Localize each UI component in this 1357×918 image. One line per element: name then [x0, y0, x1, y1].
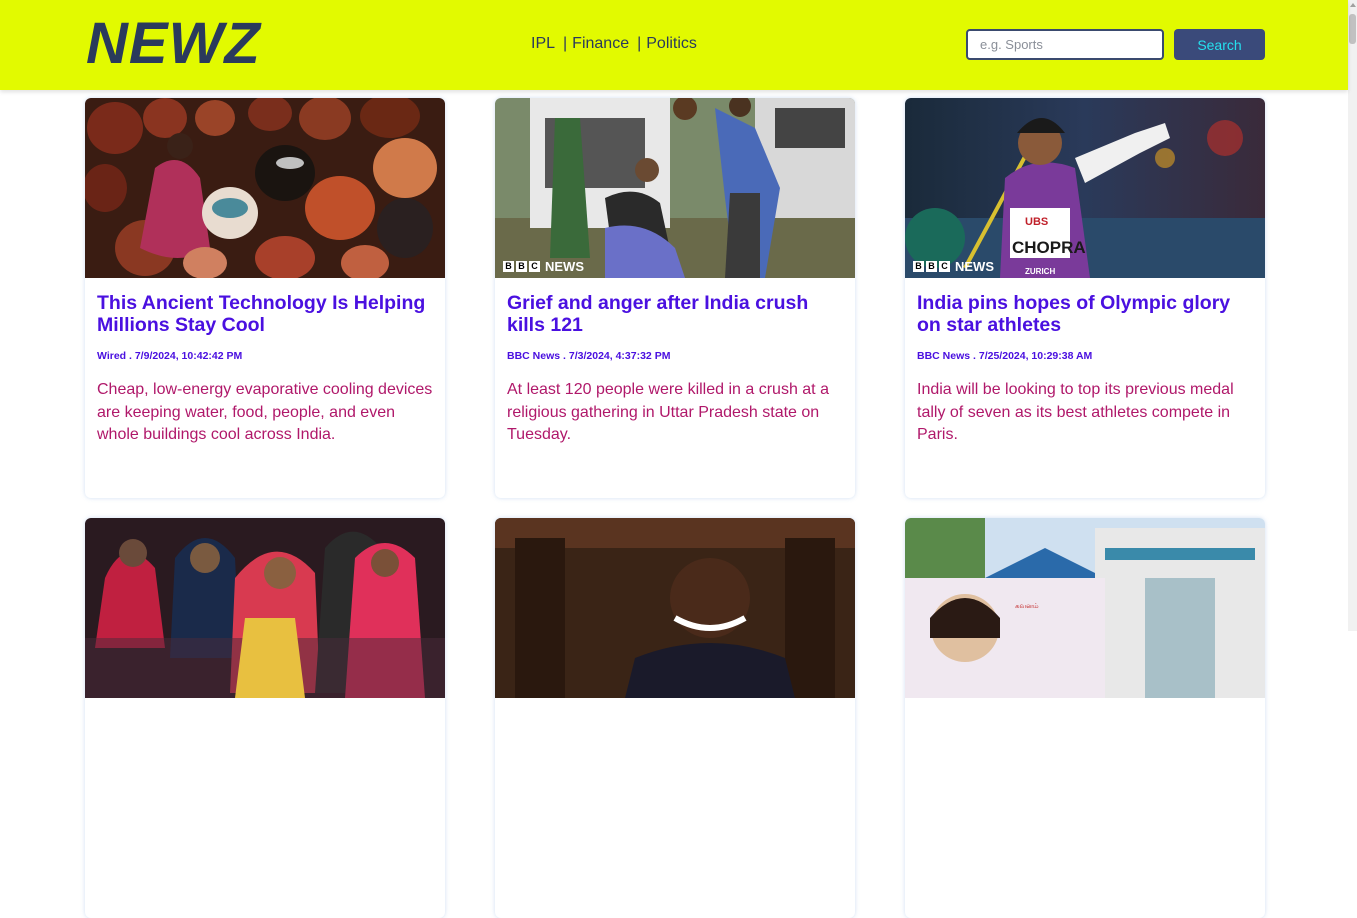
search-input[interactable]	[966, 29, 1164, 60]
article-title[interactable]: India pins hopes of Olympic glory on sta…	[917, 292, 1253, 336]
article-meta: BBC News . 7/25/2024, 10:29:38 AM	[917, 350, 1093, 362]
article-image[interactable]	[85, 518, 445, 698]
news-card[interactable]	[85, 518, 445, 918]
article-meta: BBC News . 7/3/2024, 4:37:32 PM	[507, 350, 671, 362]
article-image[interactable]: BBC NEWS	[495, 98, 855, 278]
ubs-text: UBS	[1025, 216, 1048, 228]
bbc-news-watermark: BBC NEWS	[913, 259, 994, 274]
bbc-news-watermark-label: NEWS	[955, 259, 994, 274]
news-card[interactable]: This Ancient Technology Is Helping Milli…	[85, 98, 445, 498]
news-card[interactable]: UBS CHOPRA ZURICH BBC NEWS India pins ho…	[905, 98, 1265, 498]
search-button[interactable]: Search	[1174, 29, 1265, 60]
svg-text:கவனம்: கவனம்	[1015, 603, 1039, 610]
article-image[interactable]	[85, 98, 445, 278]
article-image[interactable]: UBS CHOPRA ZURICH BBC NEWS	[905, 98, 1265, 278]
chopra-bib-text: CHOPRA	[1012, 238, 1086, 257]
site-header: NEWZ IPL | Finance | Politics Search	[0, 0, 1348, 90]
article-date: 7/3/2024, 4:37:32 PM	[568, 350, 671, 362]
article-source: BBC News	[507, 350, 561, 362]
scroll-up-icon[interactable]	[1348, 0, 1357, 10]
article-source: Wired	[97, 350, 127, 362]
article-source: BBC News	[917, 350, 971, 362]
nav-separator: |	[637, 35, 642, 52]
bbc-news-watermark-label: NEWS	[545, 259, 584, 274]
category-nav: IPL | Finance | Politics	[531, 35, 697, 53]
article-image[interactable]: கவனம்	[905, 518, 1265, 698]
bbc-news-watermark: BBC NEWS	[503, 259, 584, 274]
page-scrollbar[interactable]	[1348, 0, 1357, 631]
article-description: Cheap, low-energy evaporative cooling de…	[97, 381, 433, 443]
news-card[interactable]	[495, 518, 855, 918]
site-logo[interactable]: NEWZ	[86, 12, 261, 76]
article-image[interactable]	[495, 518, 855, 698]
news-card[interactable]: BBC NEWS Grief and anger after India cru…	[495, 98, 855, 498]
article-description: India will be looking to top its previou…	[917, 381, 1234, 443]
nav-separator: |	[563, 35, 568, 52]
nav-link-ipl[interactable]: IPL	[531, 35, 555, 53]
article-title[interactable]: This Ancient Technology Is Helping Milli…	[97, 292, 433, 336]
article-date: 7/25/2024, 10:29:38 AM	[978, 350, 1093, 362]
zurich-text: ZURICH	[1025, 267, 1055, 276]
news-card[interactable]: கவனம்	[905, 518, 1265, 918]
article-meta: Wired . 7/9/2024, 10:42:42 PM	[97, 350, 243, 362]
nav-link-finance[interactable]: Finance	[572, 35, 629, 53]
article-description: At least 120 people were killed in a cru…	[507, 381, 829, 443]
article-date: 7/9/2024, 10:42:42 PM	[134, 350, 243, 362]
nav-link-politics[interactable]: Politics	[646, 35, 697, 53]
scrollbar-thumb[interactable]	[1349, 14, 1356, 44]
article-title[interactable]: Grief and anger after India crush kills …	[507, 292, 843, 336]
